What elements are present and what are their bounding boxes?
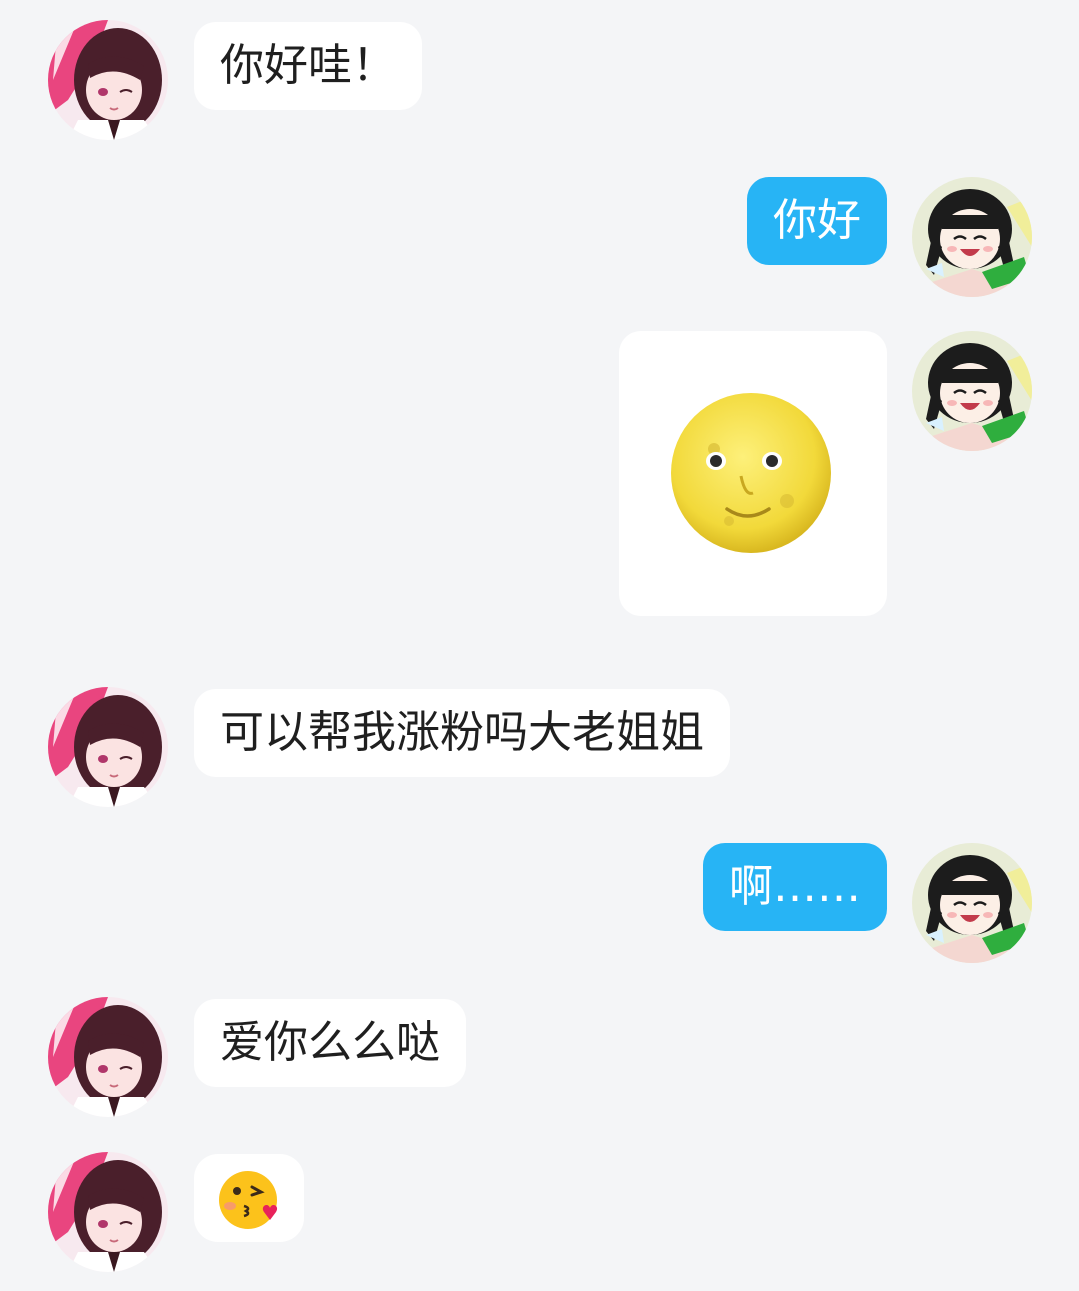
contact-avatar[interactable] — [48, 687, 168, 807]
message-bubble-incoming[interactable]: 爱你么么哒 — [194, 999, 466, 1087]
self-avatar[interactable] — [912, 843, 1032, 963]
contact-avatar[interactable] — [48, 20, 168, 140]
message-row-incoming: 可以帮我涨粉吗大老姐姐 — [0, 687, 1079, 807]
message-row-outgoing: 你好 — [0, 177, 1079, 297]
message-bubble-incoming[interactable]: 你好哇！ — [194, 22, 422, 110]
face-blowing-a-kiss-icon — [219, 1171, 278, 1229]
message-bubble-incoming[interactable]: 可以帮我涨粉吗大老姐姐 — [194, 689, 730, 777]
self-avatar[interactable] — [912, 177, 1032, 297]
emoji-message[interactable] — [194, 1154, 304, 1242]
message-row-outgoing: 啊…… — [0, 843, 1079, 963]
message-row-outgoing — [0, 331, 1079, 621]
contact-avatar[interactable] — [48, 997, 168, 1117]
message-row-incoming: 爱你么么哒 — [0, 997, 1079, 1117]
message-bubble-outgoing[interactable]: 你好 — [747, 177, 887, 265]
sticker-message[interactable] — [619, 331, 887, 616]
message-row-incoming — [0, 1152, 1079, 1272]
full-moon-face-sticker-icon — [671, 393, 831, 553]
self-avatar[interactable] — [912, 331, 1032, 451]
message-bubble-outgoing[interactable]: 啊…… — [703, 843, 887, 931]
contact-avatar[interactable] — [48, 1152, 168, 1272]
message-row-incoming: 你好哇！ — [0, 20, 1079, 140]
